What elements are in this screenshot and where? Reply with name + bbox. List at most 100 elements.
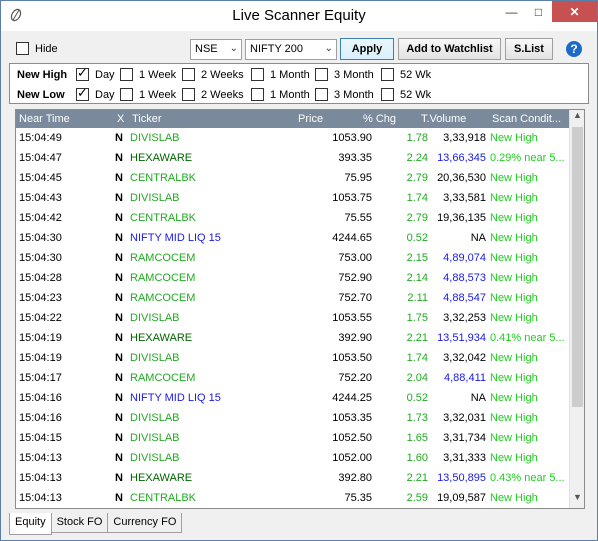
table-row[interactable]: 15:04:43 N DIVISLAB 1053.75 1.74 3,33,581 New … xyxy=(16,188,570,208)
cell-scan-condition: 0.43% near 5... xyxy=(490,472,565,484)
new-high-3month-checkbox[interactable] xyxy=(315,68,328,81)
scroll-down-icon[interactable]: ▼ xyxy=(570,492,584,508)
scroll-thumb[interactable] xyxy=(572,127,583,407)
vertical-scrollbar[interactable]: ▲ ▼ xyxy=(569,110,584,508)
slist-button[interactable]: S.List xyxy=(505,38,553,60)
table-row[interactable]: 15:04:30 N RAMCOCEM 753.00 2.15 4,89,074 New H… xyxy=(16,248,570,268)
cell-volume: 3,33,581 xyxy=(443,192,486,204)
table-row[interactable]: 15:04:47 N HEXAWARE 393.35 2.24 13,66,345 0.29… xyxy=(16,148,570,168)
table-row[interactable]: 15:04:15 N DIVISLAB 1052.50 1.65 3,31,734 New … xyxy=(16,428,570,448)
new-low-3month[interactable]: 3 Month xyxy=(315,88,374,101)
cell-scan-condition: 0.29% near 5... xyxy=(490,152,565,164)
minimize-icon[interactable]: — xyxy=(498,1,525,22)
table-row[interactable]: 15:04:49 N DIVISLAB 1053.90 1.78 3,33,918 New … xyxy=(16,128,570,148)
table-row[interactable]: 15:04:19 N HEXAWARE 392.90 2.21 13,51,934 0.41… xyxy=(16,328,570,348)
new-low-2weeks-checkbox[interactable] xyxy=(182,88,195,101)
new-low-1week-checkbox[interactable] xyxy=(120,88,133,101)
title-bar[interactable]: Live Scanner Equity — □ ✕ xyxy=(1,1,597,31)
new-high-3month[interactable]: 3 Month xyxy=(315,68,374,81)
col-price[interactable]: Price xyxy=(298,113,323,125)
new-high-52wk[interactable]: 52 Wk xyxy=(381,68,431,81)
new-low-day[interactable]: Day xyxy=(76,86,115,101)
cell-x: N xyxy=(115,372,123,384)
new-low-3month-checkbox[interactable] xyxy=(315,88,328,101)
new-low-1month[interactable]: 1 Month xyxy=(251,88,310,101)
cell-volume: 4,88,411 xyxy=(443,372,486,384)
col-ticker[interactable]: Ticker xyxy=(132,113,162,125)
cell-x: N xyxy=(115,192,123,204)
maximize-icon[interactable]: □ xyxy=(525,1,552,22)
table-row[interactable]: 15:04:17 N RAMCOCEM 752.20 2.04 4,88,411 New H… xyxy=(16,368,570,388)
cell-time: 15:04:42 xyxy=(19,212,62,224)
new-low-day-checkbox[interactable] xyxy=(76,86,89,101)
option-label: 1 Month xyxy=(270,68,310,81)
cell-chg: 2.21 xyxy=(406,332,428,344)
cell-time: 15:04:15 xyxy=(19,432,62,444)
tab-currency-fo[interactable]: Currency FO xyxy=(107,513,183,533)
option-label: 1 Month xyxy=(270,88,310,101)
scroll-up-icon[interactable]: ▲ xyxy=(570,110,584,126)
new-high-2weeks[interactable]: 2 Weeks xyxy=(182,68,244,81)
help-icon[interactable]: ? xyxy=(566,41,582,57)
option-label: Day xyxy=(95,68,115,81)
col-x[interactable]: X xyxy=(117,113,124,125)
cell-volume: 3,31,734 xyxy=(443,432,486,444)
add-to-watchlist-button[interactable]: Add to Watchlist xyxy=(398,38,501,60)
new-high-1month[interactable]: 1 Month xyxy=(251,68,310,81)
table-row[interactable]: 15:04:13 N DIVISLAB 1052.00 1.60 3,31,333 New … xyxy=(16,448,570,468)
new-high-1week-checkbox[interactable] xyxy=(120,68,133,81)
new-high-52wk-checkbox[interactable] xyxy=(381,68,394,81)
new-high-day-checkbox[interactable] xyxy=(76,66,89,81)
table-row[interactable]: 15:04:30 N NIFTY MID LIQ 15 4244.65 0.52 NA Ne… xyxy=(16,228,570,248)
cell-chg: 2.11 xyxy=(407,292,428,304)
table-row[interactable]: 15:04:16 N NIFTY MID LIQ 15 4244.25 0.52 NA Ne… xyxy=(16,388,570,408)
tab-stock-fo[interactable]: Stock FO xyxy=(50,513,109,533)
cell-x: N xyxy=(115,352,123,364)
hide-checkbox[interactable] xyxy=(16,42,29,55)
new-low-52wk-checkbox[interactable] xyxy=(381,88,394,101)
cell-x: N xyxy=(115,292,123,304)
col-volume[interactable]: T.Volume xyxy=(421,113,466,125)
col-scan-condition[interactable]: Scan Condit... xyxy=(492,113,561,125)
new-low-1month-checkbox[interactable] xyxy=(251,88,264,101)
col-near-time[interactable]: Near Time xyxy=(19,113,70,125)
new-low-52wk[interactable]: 52 Wk xyxy=(381,88,431,101)
cell-volume: NA xyxy=(470,232,486,244)
table-row[interactable]: 15:04:23 N RAMCOCEM 752.70 2.11 4,88,547 New H… xyxy=(16,288,570,308)
index-select[interactable]: NIFTY 200 ⌄ xyxy=(245,39,337,60)
table-row[interactable]: 15:04:13 N HEXAWARE 392.80 2.21 13,50,895 0.43… xyxy=(16,468,570,488)
cell-chg: 0.52 xyxy=(406,392,428,404)
new-high-2weeks-checkbox[interactable] xyxy=(182,68,195,81)
table-row[interactable]: 15:04:42 N CENTRALBK 75.55 2.79 19,36,135 New … xyxy=(16,208,570,228)
cell-chg: 2.21 xyxy=(406,472,428,484)
cell-volume: 13,50,895 xyxy=(437,472,486,484)
table-row[interactable]: 15:04:45 N CENTRALBK 75.95 2.79 20,36,530 New … xyxy=(16,168,570,188)
new-low-2weeks[interactable]: 2 Weeks xyxy=(182,88,244,101)
col-chg[interactable]: % Chg xyxy=(363,113,396,125)
cell-x: N xyxy=(115,212,123,224)
index-value: NIFTY 200 xyxy=(250,43,303,55)
grid-header: Near Time X Ticker Price % Chg T.Volume … xyxy=(16,110,570,128)
new-high-day[interactable]: Day xyxy=(76,66,115,81)
cell-scan-condition: New High xyxy=(490,492,538,504)
exchange-select[interactable]: NSE ⌄ xyxy=(190,39,242,60)
hide-toggle[interactable]: Hide xyxy=(16,42,58,55)
table-row[interactable]: 15:04:19 N DIVISLAB 1053.50 1.74 3,32,042 New … xyxy=(16,348,570,368)
option-label: 2 Weeks xyxy=(201,68,244,81)
cell-chg: 2.79 xyxy=(406,172,428,184)
table-row[interactable]: 15:04:13 N CENTRALBK 75.35 2.59 19,09,587 New … xyxy=(16,488,570,508)
table-row[interactable]: 15:04:16 N DIVISLAB 1053.35 1.73 3,32,031 New … xyxy=(16,408,570,428)
table-row[interactable]: 15:04:28 N RAMCOCEM 752.90 2.14 4,88,573 New H… xyxy=(16,268,570,288)
new-high-1week[interactable]: 1 Week xyxy=(120,68,176,81)
apply-button[interactable]: Apply xyxy=(340,38,394,60)
cell-ticker: NIFTY MID LIQ 15 xyxy=(130,392,221,404)
cell-time: 15:04:13 xyxy=(19,452,62,464)
new-low-1week[interactable]: 1 Week xyxy=(120,88,176,101)
new-high-1month-checkbox[interactable] xyxy=(251,68,264,81)
hide-label: Hide xyxy=(35,42,58,55)
tab-equity[interactable]: Equity xyxy=(9,513,52,535)
cell-ticker: CENTRALBK xyxy=(130,492,197,504)
table-row[interactable]: 15:04:22 N DIVISLAB 1053.55 1.75 3,32,253 New … xyxy=(16,308,570,328)
close-icon[interactable]: ✕ xyxy=(552,1,597,22)
cell-ticker: NIFTY MID LIQ 15 xyxy=(130,232,221,244)
